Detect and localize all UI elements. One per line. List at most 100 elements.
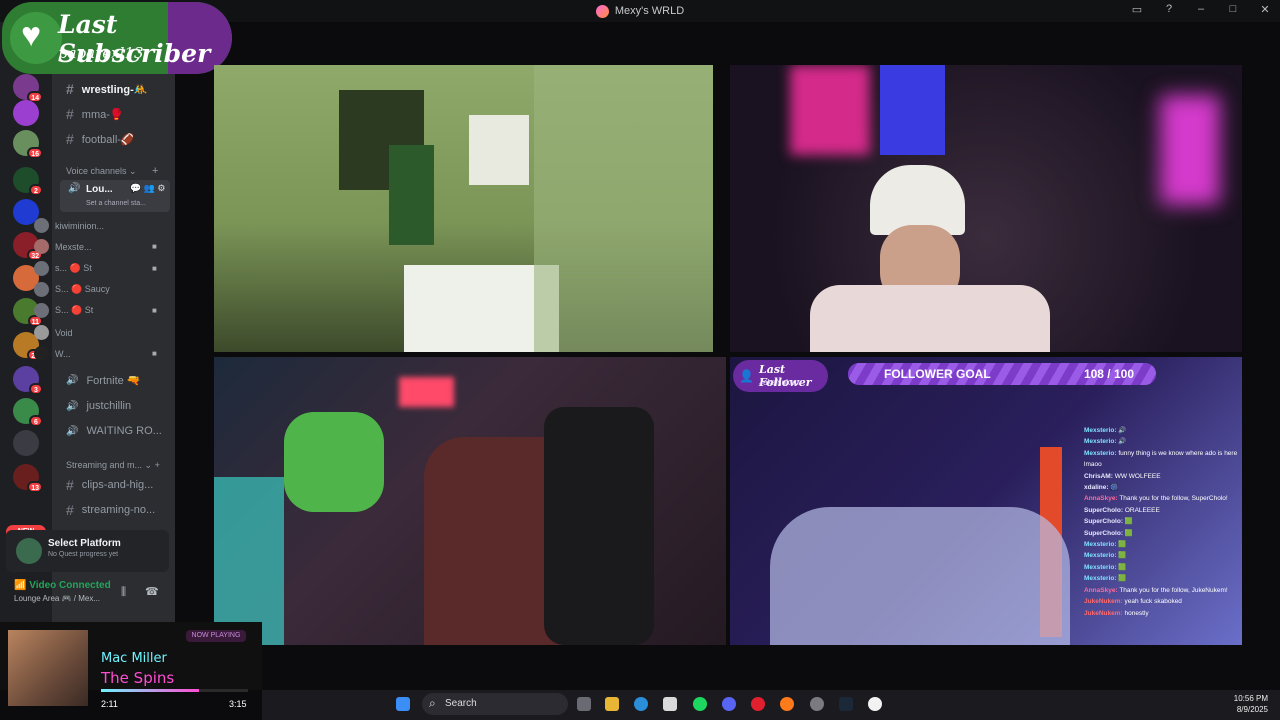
voice-user[interactable]: Mexste... ■ <box>34 239 157 254</box>
voice-channel-fortnite[interactable]: 🔊 Fortnite 🔫 <box>66 374 141 387</box>
video-tile-3[interactable] <box>214 357 726 645</box>
server-icon[interactable]: 3 <box>13 366 43 395</box>
category-streaming[interactable]: Streaming and m... ⌄ + <box>66 460 160 471</box>
song-progress-bar <box>101 689 248 692</box>
avatar <box>34 239 49 254</box>
speaker-icon: 🔊 <box>66 375 79 386</box>
chat-message: AnnaSkye: Thank you for the follow, Juke… <box>1084 585 1240 596</box>
opera-icon[interactable] <box>751 697 765 711</box>
edge-icon[interactable] <box>634 697 648 711</box>
camera-icon: ■ <box>152 306 157 315</box>
server-icon[interactable] <box>13 100 39 126</box>
chat-message: xdaline: 🎆 <box>1084 482 1240 493</box>
speaker-icon: 🔊 <box>66 400 79 412</box>
server-badge: 13 <box>27 481 43 493</box>
channel-mma[interactable]: # mma-🥊 <box>66 106 124 122</box>
quest-platform-card[interactable]: Select Platform No Quest progress yet <box>6 530 169 572</box>
camera-icon: ■ <box>152 264 157 273</box>
elapsed-time: 2:11 <box>101 699 118 709</box>
voice-user[interactable]: S... 🔴 St ■ <box>34 303 157 318</box>
snipping-tool-icon[interactable] <box>663 697 677 711</box>
server-icon[interactable]: 6 <box>13 398 43 427</box>
windows-start-icon[interactable] <box>396 697 410 711</box>
server-icon[interactable]: 16 <box>13 130 43 159</box>
system-clock[interactable]: 10:56 PM 8/9/2025 <box>1234 693 1268 715</box>
voice-location[interactable]: Lounge Area 🎮 / Mex... <box>14 594 100 603</box>
voice-user-name: S... 🔴 St <box>55 305 94 315</box>
server-badge: 3 <box>29 383 43 395</box>
platform-subtitle: No Quest progress yet <box>48 551 119 558</box>
add-channel-icon[interactable]: + <box>152 165 158 177</box>
channel-label: mma-🥊 <box>81 108 124 121</box>
file-explorer-icon[interactable] <box>605 697 619 711</box>
follower-goal-value: 108 / 100 <box>1083 367 1134 381</box>
server-badge: 2 <box>29 184 43 196</box>
server-icon[interactable] <box>13 430 39 456</box>
server-badge: 6 <box>29 415 43 427</box>
voice-user-name: kiwiminion... <box>55 220 105 231</box>
chat-username: Mexsterio: <box>1084 575 1117 583</box>
video-tile-2[interactable] <box>730 65 1242 352</box>
app-window: Mexy's WRLD ▭ ? – □ ✕ 14 16 2 32 11 29 3… <box>0 0 1280 720</box>
voice-channel-justchillin[interactable]: 🔊 justchillin <box>66 400 131 412</box>
disconnect-icon[interactable]: ☎ <box>145 585 159 598</box>
last-follower-name: JukeNukem <box>759 378 802 387</box>
maximize-button[interactable]: □ <box>1226 3 1240 16</box>
server-icon[interactable]: 13 <box>13 464 43 493</box>
channel-label: justchillin <box>86 400 132 412</box>
chat-message: Mexsterio: 🟩 <box>1084 573 1240 584</box>
help-icon[interactable]: ? <box>1162 3 1176 16</box>
close-button[interactable]: ✕ <box>1258 3 1272 16</box>
channel-streaming[interactable]: # streaming-no... <box>66 502 155 518</box>
voice-user[interactable]: kiwiminion... <box>34 218 104 233</box>
inbox-icon[interactable]: ▭ <box>1130 3 1144 16</box>
voice-settings-icons[interactable]: 💬 👥 ⚙ <box>130 183 165 194</box>
song-progress-fill <box>101 689 200 692</box>
discord-icon[interactable] <box>722 697 736 711</box>
server-badge: 16 <box>27 147 43 159</box>
channel-wrestling[interactable]: # wrestling-🤼 <box>66 81 147 97</box>
voice-user[interactable]: Void <box>34 325 73 340</box>
taskbar-search[interactable]: ⌕ Search <box>422 693 568 715</box>
settings-app-icon[interactable] <box>868 697 882 711</box>
category-voice-channels[interactable]: Voice channels ⌄ <box>66 166 137 177</box>
server-icon[interactable]: 14 <box>13 74 43 103</box>
app-logo-icon <box>595 4 609 18</box>
chat-text: 🟩 <box>1118 563 1127 571</box>
blue-light <box>880 65 945 155</box>
hash-icon: # <box>66 502 74 518</box>
spotify-icon[interactable] <box>693 697 707 711</box>
chat-message: JukeNukem: yeah fuck skaboked <box>1084 596 1240 607</box>
person-shirt <box>810 285 1050 352</box>
voice-user[interactable]: s... 🔴 St ■ <box>34 261 157 276</box>
chat-username: SuperCholo: <box>1084 529 1123 537</box>
channel-label: football-🏈 <box>81 133 135 146</box>
platform-icon <box>16 538 42 564</box>
chat-message: SuperCholo: ORALEEEE <box>1084 505 1240 516</box>
voice-channel-label: Lou... <box>86 184 113 195</box>
speaker-icon: 🔊 <box>66 425 79 437</box>
channel-clips[interactable]: # clips-and-hig... <box>66 477 153 493</box>
channel-status[interactable]: Set a channel sta... <box>86 200 146 207</box>
voice-channel-waiting-room[interactable]: 🔊 WAITING RO... <box>66 425 162 437</box>
server-icon[interactable]: 2 <box>13 167 43 196</box>
follower-goal-label: FOLLOWER GOAL <box>884 367 991 381</box>
taskbar <box>262 690 1280 720</box>
active-voice-channel[interactable]: 🔊 Lou... 💬 👥 ⚙ Set a channel sta... <box>60 180 170 212</box>
video-tile-1[interactable] <box>214 65 713 352</box>
minimize-button[interactable]: – <box>1194 3 1208 16</box>
steam-icon[interactable] <box>839 697 853 711</box>
noise-suppression-icon[interactable]: ⫼ <box>121 586 126 599</box>
firefox-icon[interactable] <box>780 697 794 711</box>
voice-user[interactable]: W... ■ <box>34 346 157 361</box>
chat-username: SuperCholo: <box>1084 506 1123 514</box>
task-view-icon[interactable] <box>577 697 591 711</box>
chat-message: Mexsterio: funny thing is we know where … <box>1084 448 1240 471</box>
person-silhouette <box>389 145 434 245</box>
chat-text: ORALEEEE <box>1124 506 1160 514</box>
voice-user[interactable]: S... 🔴 Saucy <box>34 282 110 297</box>
obs-icon[interactable] <box>810 697 824 711</box>
chat-username: ChrisAM: <box>1084 472 1113 480</box>
channel-football[interactable]: # football-🏈 <box>66 131 135 147</box>
chat-username: Mexsterio: <box>1084 438 1117 446</box>
